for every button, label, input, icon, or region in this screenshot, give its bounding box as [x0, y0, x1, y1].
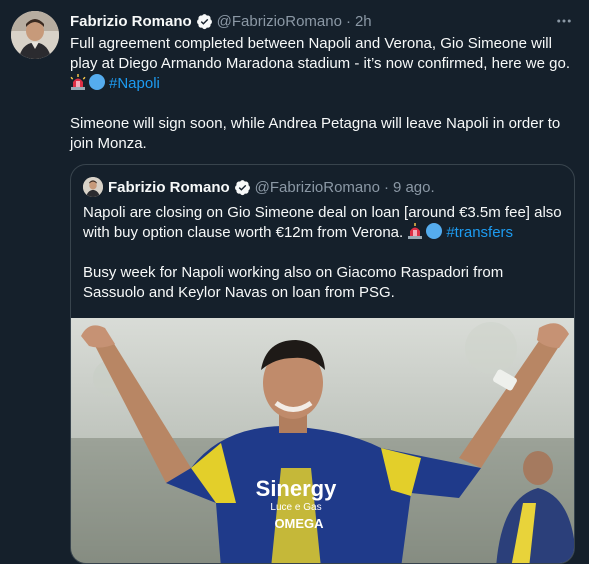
- quoted-tweet[interactable]: Fabrizio Romano @FabrizioRomano · 9 ago.…: [70, 164, 575, 564]
- quoted-text-second: Busy week for Napoli working also on Gia…: [83, 264, 504, 301]
- shirt-sponsor: Sinergy: [256, 476, 337, 501]
- author-name[interactable]: Fabrizio Romano: [70, 13, 192, 30]
- hashtag-napoli[interactable]: #Napoli: [109, 75, 160, 92]
- quoted-verified-badge-icon: [234, 179, 251, 196]
- tweet[interactable]: Fabrizio Romano @FabrizioRomano · 2h Ful…: [0, 0, 589, 564]
- author-avatar[interactable]: [11, 11, 59, 59]
- tweet-header: Fabrizio Romano @FabrizioRomano · 2h: [70, 11, 372, 31]
- hashtag-transfers[interactable]: #transfers: [446, 224, 513, 241]
- more-options-icon[interactable]: [553, 10, 575, 32]
- tweet-text: Full agreement completed between Napoli …: [70, 34, 575, 154]
- quoted-separator-dot: ·: [383, 178, 389, 196]
- tweet-text-main: Full agreement completed between Napoli …: [70, 35, 570, 72]
- quoted-timestamp: 9 ago.: [392, 178, 435, 196]
- separator-dot: ·: [345, 12, 351, 30]
- quoted-tweet-header: Fabrizio Romano @FabrizioRomano · 9 ago.: [83, 177, 435, 197]
- verified-badge-icon: [196, 13, 213, 30]
- author-handle[interactable]: @FabrizioRomano: [217, 13, 342, 30]
- quoted-author-name: Fabrizio Romano: [108, 178, 230, 196]
- tweet-timestamp[interactable]: 2h: [355, 13, 372, 30]
- shirt-brand: OMEGA: [274, 516, 324, 531]
- quoted-blue-circle-emoji-icon: [426, 223, 443, 239]
- quoted-author-handle: @FabrizioRomano: [254, 178, 380, 196]
- blue-circle-emoji-icon: [89, 74, 105, 90]
- tweet-text-second: Simeone will sign soon, while Andrea Pet…: [70, 115, 561, 152]
- quoted-tweet-text: Napoli are closing on Gio Simeone deal o…: [83, 203, 563, 303]
- quoted-tweet-photo[interactable]: Sinergy Luce e Gas OMEGA: [71, 318, 574, 563]
- siren-emoji-icon: [70, 74, 86, 90]
- shirt-sponsor-sub: Luce e Gas: [270, 502, 321, 513]
- quoted-siren-emoji-icon: [407, 223, 423, 239]
- quoted-author-avatar: [83, 177, 103, 197]
